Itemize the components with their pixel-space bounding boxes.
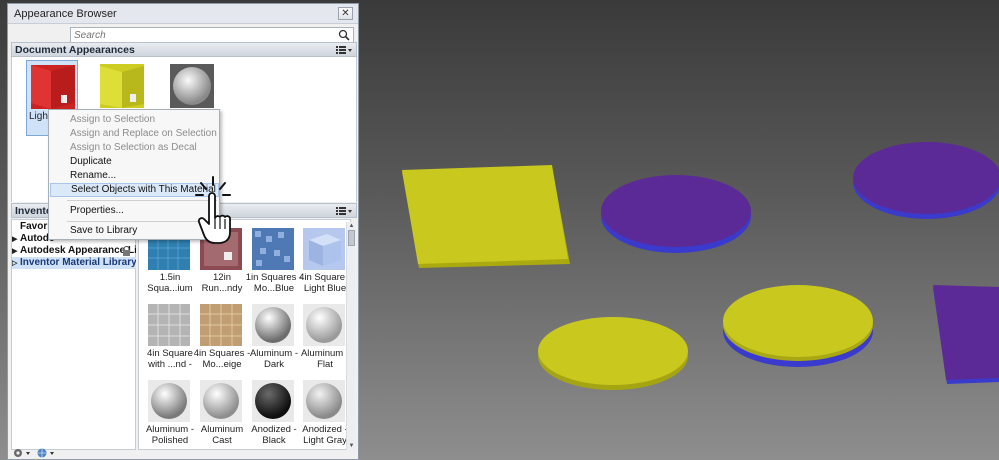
material-label: 1.5in Squa...ium (147, 272, 193, 294)
material-label: Aluminum - Polished (145, 424, 195, 446)
material-item[interactable]: Anodized - Light Gray (299, 380, 350, 449)
material-swatch (148, 380, 190, 422)
tree-item-inventor-material-library[interactable]: ▷ Inventor Material Library (12, 257, 136, 269)
material-label: 4in Squares - Mo...eige (193, 348, 251, 370)
material-item[interactable]: Aluminum - Flat (299, 304, 350, 380)
appearance-swatch-gray (170, 64, 214, 108)
gear-icon[interactable] (11, 447, 33, 459)
tree-item-label: Autodesk Appearance Li... (20, 245, 136, 256)
globe-icon[interactable] (35, 447, 57, 459)
document-appearances-label: Document Appearances (15, 44, 135, 56)
material-swatch (303, 380, 345, 422)
material-item[interactable]: 4in Square - Light Blue (299, 228, 350, 304)
material-label: Aluminum - Flat (300, 348, 350, 370)
search-icon[interactable] (338, 29, 350, 41)
material-grid-scrollbar[interactable]: ▲ ▼ (346, 222, 355, 450)
expand-arrow-icon[interactable]: ▶ (12, 246, 20, 257)
expand-arrow-icon[interactable]: ▷ (12, 258, 20, 269)
panel-bottom-bar (8, 447, 358, 460)
material-swatch (303, 304, 345, 346)
document-appearances-header: Document Appearances (11, 42, 357, 57)
hand-cursor-icon (195, 176, 231, 244)
material-swatch (303, 228, 345, 270)
material-item[interactable]: 4in Squares - Mo...eige (194, 304, 250, 380)
material-item[interactable]: Aluminum - Dark (248, 304, 300, 380)
menu-duplicate[interactable]: Duplicate (50, 155, 219, 169)
scroll-thumb[interactable] (348, 230, 355, 246)
menu-assign-to-selection[interactable]: Assign to Selection (50, 113, 219, 127)
material-swatch (200, 304, 242, 346)
material-swatch (252, 228, 294, 270)
material-label: Aluminum Cast (200, 424, 244, 446)
material-item[interactable]: 1in Squares - Mo...Blue (246, 228, 302, 304)
expand-arrow-icon[interactable]: ▶ (12, 234, 20, 245)
menu-assign-as-decal[interactable]: Assign to Selection as Decal (50, 141, 219, 155)
material-item[interactable]: 4in Square with ...nd - (144, 304, 196, 380)
material-label: Anodized - Light Gray (302, 424, 348, 446)
lock-icon (123, 246, 130, 256)
search-box[interactable] (70, 27, 354, 43)
material-swatch (252, 380, 294, 422)
material-item[interactable]: Anodized - Black (248, 380, 300, 449)
scroll-up-icon[interactable]: ▲ (347, 222, 356, 230)
material-item[interactable]: Aluminum Cast (196, 380, 248, 449)
material-swatch (200, 380, 242, 422)
material-item[interactable]: Aluminum - Polished (144, 380, 196, 449)
panel-title: Appearance Browser (14, 8, 117, 20)
library-tree: Favorite ▶ Autode ▶ Autodesk Appearance Li… (11, 219, 136, 450)
material-label: 4in Square with ...nd - (147, 348, 193, 370)
panel-title-bar[interactable]: Appearance Browser ✕ (8, 4, 358, 24)
menu-assign-and-replace[interactable]: Assign and Replace on Selection (50, 127, 219, 141)
appearance-swatch-red (31, 65, 75, 109)
tree-item-label: Inventor Material Library (20, 257, 136, 268)
search-input[interactable] (74, 29, 329, 41)
material-grid: 1.5in Squa...ium 12in Run...ndy 1in Squa… (138, 219, 351, 450)
material-label: 4in Square - Light Blue (299, 272, 351, 294)
library-list-view-icon[interactable] (334, 204, 354, 217)
appearance-swatch-yellow (100, 64, 144, 108)
material-swatch (252, 304, 294, 346)
material-swatch (148, 304, 190, 346)
material-label: 12in Run...ndy (201, 272, 243, 294)
close-button[interactable]: ✕ (338, 7, 353, 20)
list-view-icon[interactable] (334, 43, 354, 56)
tree-item-autodesk-appearance-library[interactable]: ▶ Autodesk Appearance Li... (12, 245, 136, 257)
